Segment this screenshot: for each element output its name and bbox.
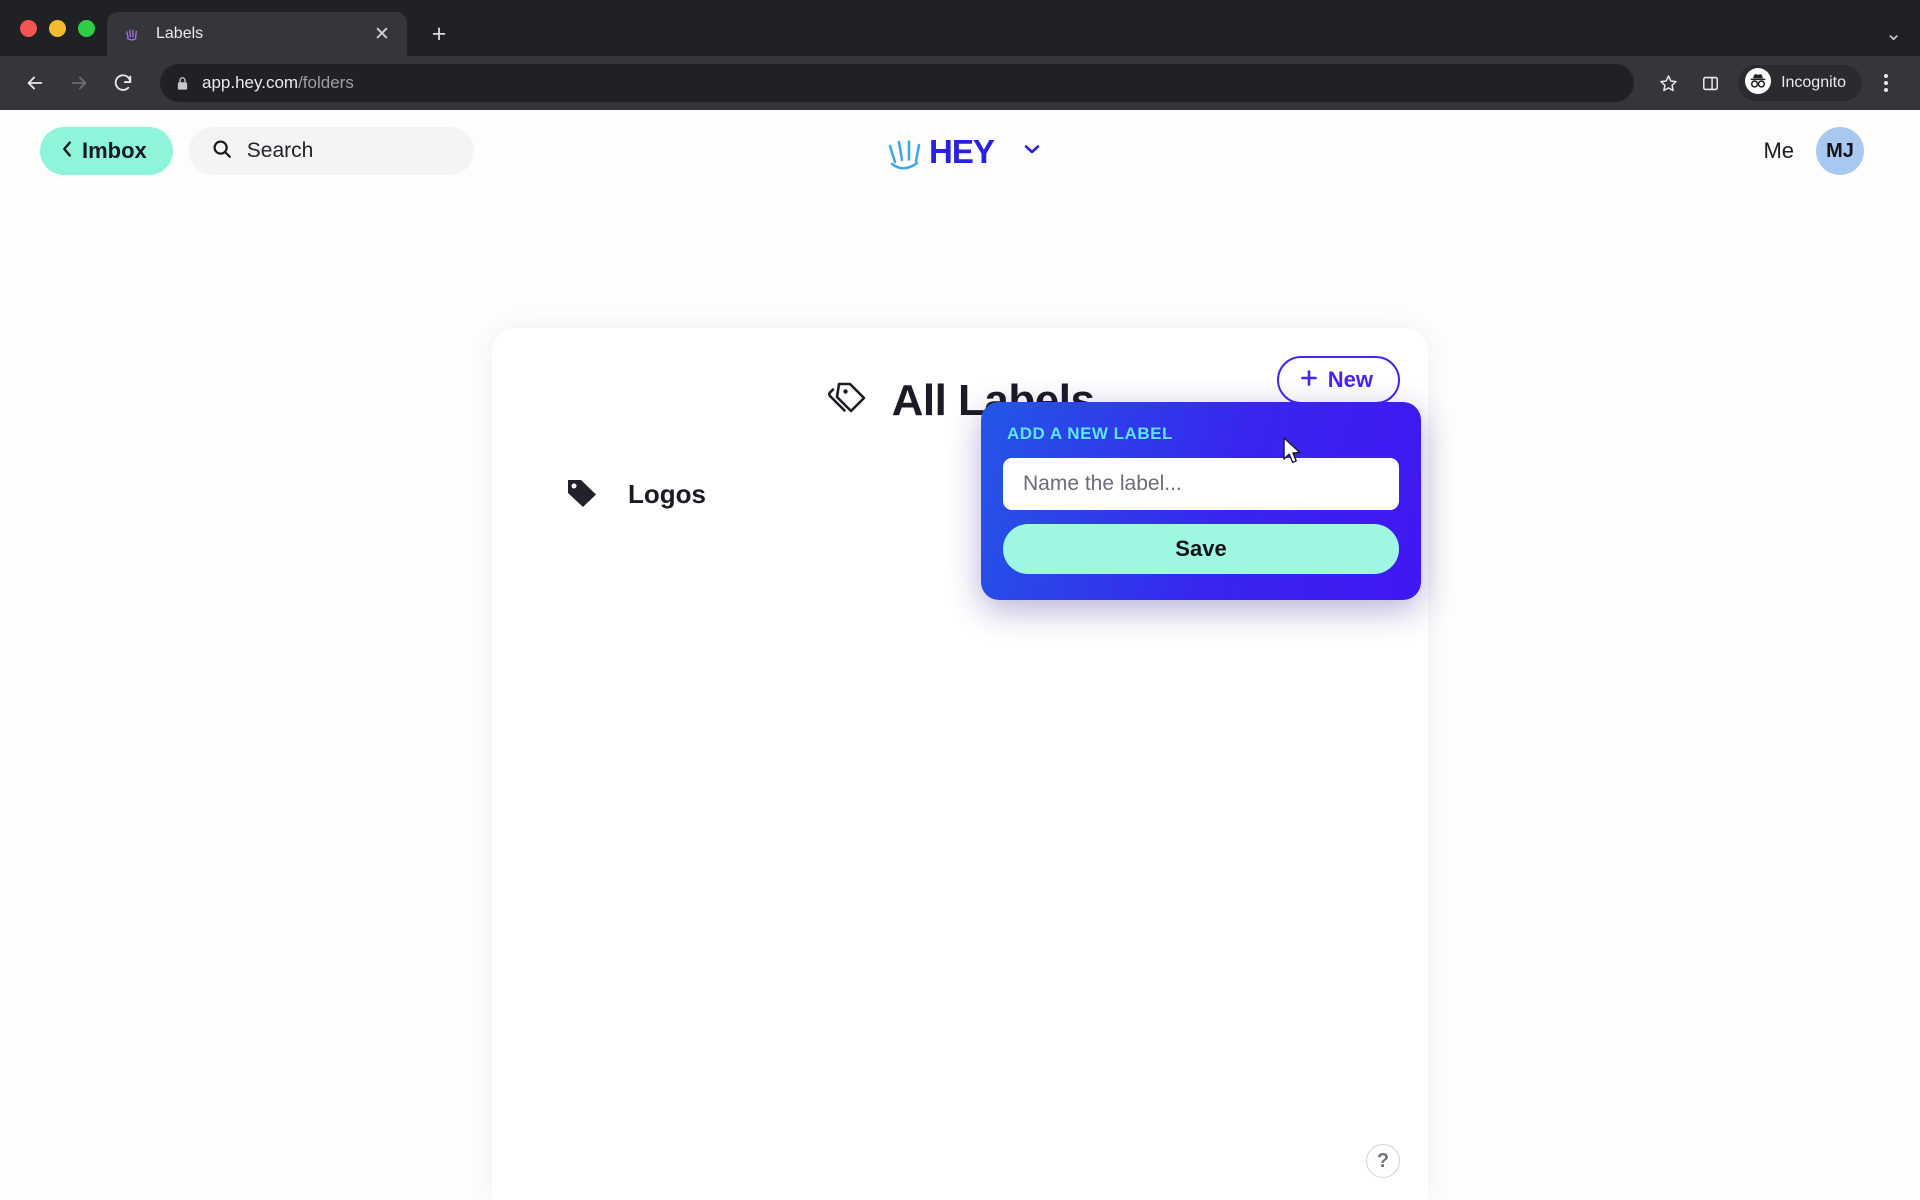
- header-right-group: Me MJ: [1763, 127, 1864, 175]
- new-tab-button[interactable]: +: [421, 16, 457, 52]
- browser-toolbar: app.hey.com/folders Incognito: [0, 56, 1920, 110]
- imbox-back-button[interactable]: Imbox: [40, 127, 173, 175]
- back-button[interactable]: [16, 64, 54, 102]
- forward-button[interactable]: [60, 64, 98, 102]
- tag-icon: [564, 476, 598, 513]
- reload-button[interactable]: [104, 64, 142, 102]
- url-text: app.hey.com/folders: [202, 73, 354, 93]
- svg-text:HEY: HEY: [929, 133, 995, 170]
- window-maximize-button[interactable]: [78, 19, 95, 37]
- new-label-button-text: New: [1327, 367, 1373, 392]
- hey-hand-favicon: [123, 24, 143, 44]
- incognito-indicator[interactable]: Incognito: [1738, 65, 1862, 101]
- hey-logo-button[interactable]: HEY: [879, 128, 1041, 174]
- imbox-label: Imbox: [82, 138, 147, 163]
- new-label-button[interactable]: New: [1276, 356, 1400, 404]
- app-header: Imbox Search HEY Me MJ: [0, 110, 1920, 192]
- window-minimize-button[interactable]: [49, 19, 66, 37]
- chevron-left-icon: [58, 138, 76, 165]
- search-input[interactable]: Search: [188, 127, 474, 175]
- incognito-icon: [1744, 67, 1772, 100]
- tab-search-chevron-down-icon[interactable]: ⌄: [1885, 21, 1902, 46]
- lock-icon: [176, 76, 190, 91]
- tags-icon: [826, 378, 872, 425]
- me-menu-label[interactable]: Me: [1763, 138, 1794, 164]
- list-item-label: Logos: [628, 478, 706, 509]
- popover-title: ADD A NEW LABEL: [1007, 424, 1173, 443]
- url-path: /folders: [298, 73, 354, 92]
- header-left-group: Imbox Search: [40, 127, 474, 175]
- incognito-label: Incognito: [1781, 74, 1846, 91]
- plus-icon: [1299, 368, 1319, 393]
- chevron-down-icon: [1023, 142, 1041, 160]
- side-panel-icon[interactable]: [1692, 65, 1728, 101]
- help-button[interactable]: ?: [1366, 1144, 1400, 1178]
- window-close-button[interactable]: [20, 19, 37, 37]
- window-traffic-lights: [14, 0, 107, 56]
- tab-strip: Labels ✕ + ⌄: [0, 0, 1920, 56]
- avatar[interactable]: MJ: [1816, 127, 1864, 175]
- browser-window: Labels ✕ + ⌄ app.hey.com/folders Incogni…: [0, 0, 1920, 1200]
- label-name-input[interactable]: [1003, 458, 1399, 510]
- search-icon: [211, 138, 233, 165]
- page-viewport: Imbox Search HEY Me MJ New All Labels Lo…: [0, 110, 1920, 1200]
- browser-tab[interactable]: Labels ✕: [107, 12, 407, 56]
- address-bar[interactable]: app.hey.com/folders: [160, 64, 1635, 102]
- add-label-popover: ADD A NEW LABEL Save: [981, 402, 1421, 600]
- search-placeholder: Search: [246, 139, 314, 162]
- tab-close-icon[interactable]: ✕: [369, 21, 395, 47]
- hey-logo: HEY: [879, 128, 1011, 174]
- url-host: app.hey.com: [202, 73, 299, 92]
- three-dots-icon[interactable]: [1868, 65, 1904, 101]
- bookmark-star-icon[interactable]: [1650, 65, 1686, 101]
- save-button[interactable]: Save: [1003, 524, 1399, 574]
- tab-title: Labels: [156, 25, 204, 42]
